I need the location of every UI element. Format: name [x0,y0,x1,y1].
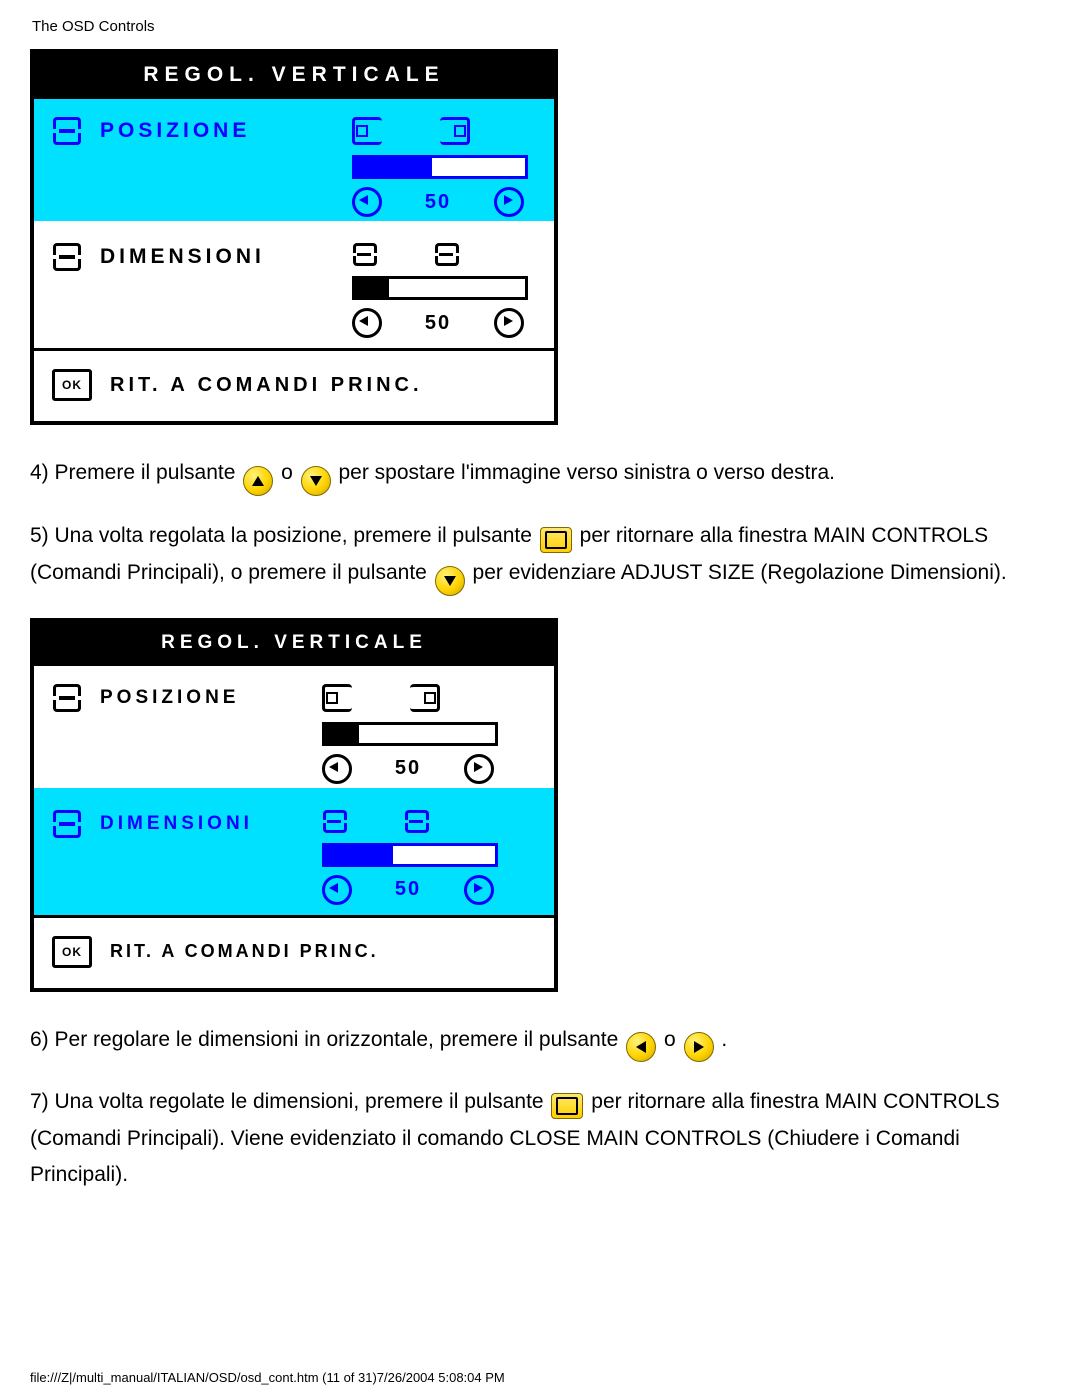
step-6: 6) Per regolare le dimensioni in orizzon… [30,1022,1010,1062]
osd-panel-2: REGOL. VERTICALE POSIZIONE [30,618,558,992]
osd1-footer[interactable]: OK RIT. A COMANDI PRINC. [34,351,554,421]
step6-a: 6) Per regolare le dimensioni in orizzon… [30,1028,624,1051]
osd2-size-value: 50 [388,878,428,901]
osd2-footer[interactable]: OK RIT. A COMANDI PRINC. [34,918,554,988]
button-down-icon[interactable] [435,566,465,596]
ok-icon: OK [52,936,92,968]
osd1-position-icon-pair [352,117,536,145]
step4-c: per spostare l'immagine verso sinistra o… [338,461,835,484]
button-up-icon[interactable] [243,466,273,496]
position-icon [52,684,82,712]
osd1-position-label: POSIZIONE [100,119,250,143]
step4-b: o [281,461,299,484]
shift-right-icon [410,684,440,712]
osd1-position-bar [352,155,528,179]
step5-c: per evidenziare ADJUST SIZE (Regolazione… [473,561,1007,584]
osd1-title: REGOL. VERTICALE [34,53,554,99]
ok-icon: OK [52,369,92,401]
step5-a: 5) Una volta regolata la posizione, prem… [30,524,538,547]
step4-a: 4) Premere il pulsante [30,461,241,484]
osd2-position-icon-pair [322,684,536,712]
osd2-position-label: POSIZIONE [100,687,239,709]
size-icon [52,243,82,271]
shift-right-icon [440,117,470,145]
osd1-row-size[interactable]: DIMENSIONI 50 [34,221,554,348]
step6-b: o [664,1028,682,1051]
osd2-row-position[interactable]: POSIZIONE 50 [34,666,554,788]
page-header-title: The OSD Controls [32,18,1050,35]
osd2-footer-label: RIT. A COMANDI PRINC. [110,941,379,962]
osd2-position-right: 50 [322,684,536,784]
osd2-position-nav: 50 [322,754,536,784]
button-left-icon[interactable] [626,1032,656,1062]
osd1-footer-label: RIT. A COMANDI PRINC. [110,374,423,397]
button-ok-icon[interactable] [551,1093,583,1119]
button-down-icon[interactable] [301,466,331,496]
osd2-size-label: DIMENSIONI [100,813,253,835]
osd-panel-1: REGOL. VERTICALE POSIZIONE [30,49,558,425]
nav-right-icon[interactable] [464,754,494,784]
shift-left-icon [352,117,382,145]
osd1-size-left: DIMENSIONI [52,243,352,271]
page-footer-path: file:///Z|/multi_manual/ITALIAN/OSD/osd_… [30,1370,505,1385]
shift-left-icon [322,684,352,712]
step-5: 5) Una volta regolata la posizione, prem… [30,518,1010,596]
size-large-icon [434,243,458,266]
size-small-icon [352,243,376,266]
nav-right-icon[interactable] [494,308,524,338]
button-right-icon[interactable] [684,1032,714,1062]
osd2-position-bar [322,722,498,746]
osd2-position-value: 50 [388,757,428,780]
page: The OSD Controls REGOL. VERTICALE POSIZI… [0,0,1080,1256]
osd1-size-label: DIMENSIONI [100,245,265,269]
osd2-size-nav: 50 [322,875,536,905]
size-icon [52,810,82,838]
osd1-size-nav: 50 [352,308,536,338]
osd1-position-nav: 50 [352,187,536,217]
osd2-size-right: 50 [322,810,536,905]
osd2-position-left: POSIZIONE [52,684,322,712]
position-icon [52,117,82,145]
osd2-title: REGOL. VERTICALE [34,622,554,666]
osd1-position-value: 50 [418,191,458,214]
size-small-icon [322,810,346,833]
osd1-size-value: 50 [418,312,458,335]
button-ok-icon[interactable] [540,527,572,553]
osd1-position-right: 50 [352,117,536,217]
osd2-row-size[interactable]: DIMENSIONI 50 [34,788,554,915]
step-4: 4) Premere il pulsante o per spostare l'… [30,455,1010,496]
nav-left-icon[interactable] [352,308,382,338]
osd1-size-icon-pair [352,243,536,266]
osd1-row-position[interactable]: POSIZIONE 50 [34,99,554,221]
nav-left-icon[interactable] [322,754,352,784]
step-7: 7) Una volta regolate le dimensioni, pre… [30,1084,1010,1194]
osd2-size-icon-pair [322,810,536,833]
nav-left-icon[interactable] [322,875,352,905]
osd1-body: POSIZIONE 50 [34,99,554,421]
step7-a: 7) Una volta regolate le dimensioni, pre… [30,1090,549,1113]
osd1-size-bar [352,276,528,300]
osd2-size-left: DIMENSIONI [52,810,322,838]
nav-right-icon[interactable] [494,187,524,217]
size-large-icon [404,810,428,833]
step6-c: . [721,1028,727,1051]
nav-left-icon[interactable] [352,187,382,217]
osd1-size-right: 50 [352,243,536,338]
osd2-size-bar [322,843,498,867]
osd1-position-left: POSIZIONE [52,117,352,145]
osd2-body: POSIZIONE 50 [34,666,554,988]
nav-right-icon[interactable] [464,875,494,905]
